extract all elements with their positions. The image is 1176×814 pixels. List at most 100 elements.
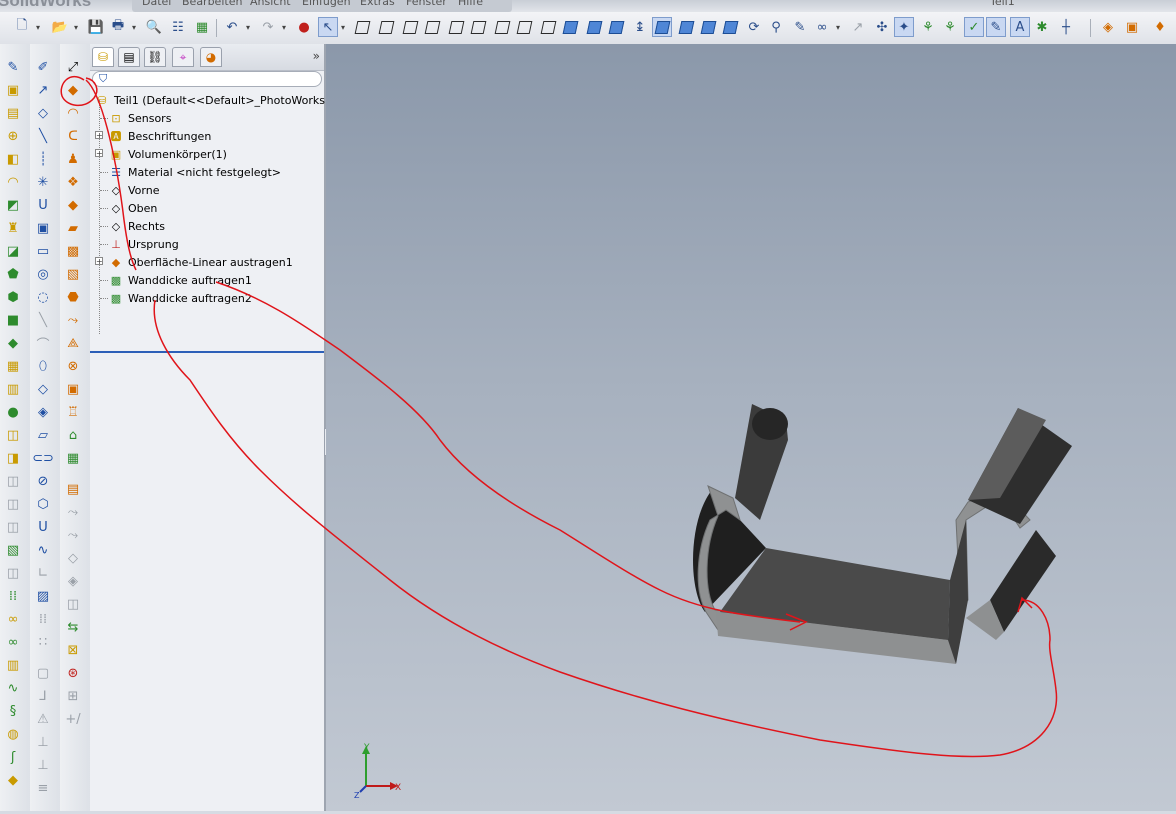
rectangle-icon[interactable]: ▭	[34, 242, 52, 260]
cut-with-surface-icon[interactable]: ⌂	[64, 426, 82, 444]
sketch-icon[interactable]: ✓	[964, 17, 984, 37]
split-line-icon[interactable]: ●	[4, 403, 22, 421]
view-cube-4-icon[interactable]	[422, 17, 442, 37]
tree-item-oben[interactable]: ◇ Oben	[108, 199, 158, 217]
delete-face-icon[interactable]: ⊗	[64, 357, 82, 375]
print-preview-icon[interactable]: 🔍	[144, 17, 164, 37]
chamfer-icon[interactable]: ◩	[4, 196, 22, 214]
extend-surface-icon[interactable]: ⤳	[64, 311, 82, 329]
dots-grid-icon[interactable]: ∷	[34, 633, 52, 651]
plus-slash-icon[interactable]: +/	[64, 710, 82, 728]
menu-ansicht[interactable]: Ansicht	[250, 0, 291, 8]
revolve-boss-icon[interactable]: ▤	[4, 104, 22, 122]
shaded-cube-3-icon[interactable]	[606, 17, 626, 37]
scene-icon[interactable]: ▣	[1122, 17, 1142, 37]
tree-item-vorne[interactable]: ◇ Vorne	[108, 181, 160, 199]
perimeter-circle-icon[interactable]: ◌	[34, 288, 52, 306]
measure-icon[interactable]: ◇	[34, 104, 52, 122]
points-icon[interactable]: ⚘	[940, 17, 960, 37]
disabled-surface-2-icon[interactable]: ⤳	[64, 526, 82, 544]
slot-icon[interactable]: ⊂⊃	[32, 449, 54, 467]
circle-icon[interactable]: ◎	[34, 265, 52, 283]
view-cube-3-icon[interactable]	[400, 17, 420, 37]
pattern-dots-icon[interactable]: ⁞⁞	[4, 587, 22, 605]
tree-item-wanddicke-2[interactable]: ▩ Wanddicke auftragen2	[108, 289, 252, 307]
planes-icon[interactable]: ✦	[894, 17, 914, 37]
offset-surface-icon[interactable]: ▰	[64, 219, 82, 237]
print-icon[interactable]: 🖶	[108, 17, 136, 37]
view-cube-7-icon[interactable]	[492, 17, 512, 37]
menu-datei[interactable]: Datei	[142, 0, 171, 8]
save-icon[interactable]: 💾	[86, 17, 106, 37]
dome-icon[interactable]: ■	[4, 311, 22, 329]
tab-display-manager[interactable]: ◕	[200, 47, 222, 67]
trim-icon[interactable]: ⅃	[34, 687, 52, 705]
lofted-surface-icon[interactable]: ♟	[64, 150, 82, 168]
shaded-cube-2-icon[interactable]	[584, 17, 604, 37]
expand-panel-icon[interactable]: »	[313, 49, 320, 63]
radiate-surface-icon[interactable]: ▩	[64, 242, 82, 260]
tab-configuration-manager[interactable]: ⛓	[144, 47, 166, 67]
reference-geometry-icon[interactable]: ◫	[4, 426, 22, 444]
extrude-boss-icon[interactable]: ▣	[4, 81, 22, 99]
parallelogram-icon[interactable]: ▱	[34, 426, 52, 444]
tab-property-manager[interactable]: ▤	[118, 47, 140, 67]
sketch-icon-col2[interactable]: ✐	[34, 58, 52, 76]
menu-einfuegen[interactable]: Einfügen	[302, 0, 351, 8]
view-cube-2-icon[interactable]	[376, 17, 396, 37]
swept-surface-icon[interactable]: ᑕ	[64, 127, 82, 145]
dimensions-icon[interactable]: ✎	[986, 17, 1006, 37]
disabled-surface-5-icon[interactable]: ◫	[64, 595, 82, 613]
boundary-surface-icon[interactable]: ❖	[64, 173, 82, 191]
linear-pattern-icon[interactable]: ◆	[4, 334, 22, 352]
line-icon[interactable]: ╲	[34, 127, 52, 145]
tree-item-wanddicke-1[interactable]: ▩ Wanddicke auftragen1	[108, 271, 252, 289]
shell-icon[interactable]: ◪	[4, 242, 22, 260]
untrim-surface-icon[interactable]: ▤	[64, 480, 82, 498]
spline-icon[interactable]: ∿	[34, 541, 52, 559]
rollback-bar[interactable]	[90, 351, 324, 353]
tree-item-oberflaeche-linear[interactable]: ◆ Oberfläche-Linear austragen1	[108, 253, 293, 271]
tab-feature-manager[interactable]: ⛁	[92, 47, 114, 67]
polygon-2-icon[interactable]: ◈	[34, 403, 52, 421]
shaded-icon[interactable]	[676, 17, 696, 37]
sketch-tool-1-icon[interactable]: ✎	[4, 58, 22, 76]
knit-surface-icon[interactable]: ▧	[64, 265, 82, 283]
appearance-icon[interactable]: ◈	[1098, 17, 1118, 37]
tree-item-volumenkoerper[interactable]: ▣ Volumenkörper(1)	[108, 145, 227, 163]
corner-icon[interactable]: ∟	[34, 564, 52, 582]
shaded-cube-1-icon[interactable]	[560, 17, 580, 37]
menu-bearbeiten[interactable]: Bearbeiten	[182, 0, 242, 8]
wave-icon[interactable]: ∿	[4, 679, 22, 697]
polygon-icon[interactable]: ◇	[34, 380, 52, 398]
rotate-icon[interactable]: ⟳	[744, 17, 764, 37]
disabled-surface-1-icon[interactable]: ⤳	[64, 503, 82, 521]
pan-icon[interactable]: ✎	[790, 17, 810, 37]
trim-surface-icon[interactable]: ⟁	[64, 334, 82, 352]
coordinate-icon[interactable]: ┼	[1056, 17, 1076, 37]
tree-item-sensors[interactable]: ⊡ Sensors	[108, 109, 171, 127]
redo-icon[interactable]: ↷	[258, 17, 286, 37]
origins-icon[interactable]: ✣	[872, 17, 892, 37]
chain-2-icon[interactable]: ∞	[4, 633, 22, 651]
thicken-tool-icon[interactable]: ♖	[64, 403, 82, 421]
u-shape-icon[interactable]: U	[34, 518, 52, 536]
tangent-arc-icon[interactable]: ⌒	[34, 334, 52, 353]
warning-icon[interactable]: ⚠	[34, 710, 52, 728]
zoom-fit-icon[interactable]: ⤢	[64, 58, 82, 76]
offset-icon[interactable]: ▢	[34, 664, 52, 682]
view-cube-6-icon[interactable]	[468, 17, 488, 37]
options-icon[interactable]: ☷	[168, 17, 188, 37]
center-rectangle-icon[interactable]: ▣	[34, 219, 52, 237]
menu-hilfe[interactable]: Hilfe	[458, 0, 483, 8]
disabled-surface-4-icon[interactable]: ◈	[64, 572, 82, 590]
move-face-icon[interactable]: ▦	[64, 449, 82, 467]
spring-icon[interactable]: §	[4, 702, 22, 720]
annotations-icon[interactable]: A	[1010, 17, 1030, 37]
perspective-icon[interactable]	[720, 17, 740, 37]
menu-extras[interactable]: Extras	[360, 0, 395, 8]
render-icon[interactable]: ♦	[1150, 17, 1170, 37]
replace-face-icon[interactable]: ▣	[64, 380, 82, 398]
mirror-icon[interactable]: ▦	[4, 357, 22, 375]
undo-icon[interactable]: ↶	[222, 17, 250, 37]
